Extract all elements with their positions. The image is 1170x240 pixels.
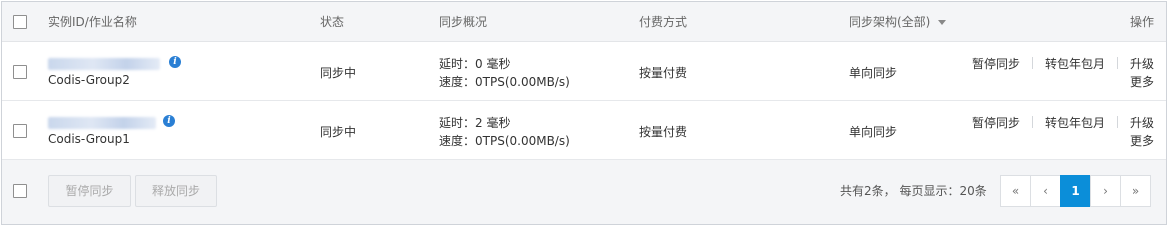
next-page-button[interactable]: › [1090,175,1121,207]
column-header-status: 状态 [320,15,345,29]
arch-filter-dropdown[interactable]: 同步架构(全部) [849,2,947,42]
batch-pause-button[interactable]: 暂停同步 [48,175,131,207]
batch-release-button[interactable]: 释放同步 [135,175,217,207]
table-header: 实例ID/作业名称 状态 同步概况 付费方式 同步架构(全部) 操作 [2,2,1166,42]
billing-type: 按量付费 [639,125,688,139]
billing-type: 按量付费 [639,66,688,80]
column-header-arch: 同步架构(全部) [849,15,931,29]
divider [1032,116,1033,128]
table-row: i Codis-Group2 同步中 延时：0 毫秒 速度：0TPS(0.00M… [2,42,1166,101]
divider [1117,116,1118,128]
job-name: Codis-Group1 [48,132,130,146]
first-page-button[interactable]: « [1000,175,1031,207]
pagination: « ‹ 1 › » [1000,175,1151,207]
upgrade-link[interactable]: 升级 [1130,114,1154,131]
select-all-checkbox[interactable] [13,15,27,29]
page-1-button[interactable]: 1 [1060,175,1091,207]
row-checkbox[interactable] [13,65,27,79]
footer-select-all-checkbox[interactable] [13,184,27,198]
sync-speed: 速度：0TPS(0.00MB/s) [439,134,570,148]
column-header-billing: 付费方式 [639,15,688,29]
divider [1117,57,1118,69]
redacted-instance-id [48,117,156,129]
pause-sync-link[interactable]: 暂停同步 [972,55,1020,72]
info-icon[interactable]: i [163,115,175,127]
job-name: Codis-Group2 [48,73,130,87]
column-header-ops: 操作 [1130,15,1155,29]
last-page-button[interactable]: » [1120,175,1151,207]
column-header-id: 实例ID/作业名称 [48,15,137,29]
sync-speed: 速度：0TPS(0.00MB/s) [439,75,570,89]
row-checkbox[interactable] [13,124,27,138]
upgrade-link[interactable]: 升级 [1130,55,1154,72]
sync-architecture: 单向同步 [849,125,898,139]
prev-page-button[interactable]: ‹ [1030,175,1061,207]
caret-down-icon [938,20,947,25]
more-link[interactable]: 更多 [1130,132,1154,149]
more-link[interactable]: 更多 [1130,73,1154,90]
status-text: 同步中 [320,125,357,139]
sync-delay: 延时：2 毫秒 [439,116,511,130]
sync-delay: 延时：0 毫秒 [439,57,511,71]
pagination-summary: 共有2条， 每页显示：20条 [840,184,987,198]
table-row: i Codis-Group1 同步中 延时：2 毫秒 速度：0TPS(0.00M… [2,101,1166,160]
info-icon[interactable]: i [169,56,181,68]
column-header-sync: 同步概况 [439,15,488,29]
pause-sync-link[interactable]: 暂停同步 [972,114,1020,131]
sync-job-table: 实例ID/作业名称 状态 同步概况 付费方式 同步架构(全部) 操作 i Cod… [1,1,1167,225]
status-text: 同步中 [320,66,357,80]
sync-architecture: 单向同步 [849,66,898,80]
convert-subscription-link[interactable]: 转包年包月 [1045,114,1105,131]
divider [1032,57,1033,69]
redacted-instance-id [48,58,160,70]
table-footer: 暂停同步 释放同步 共有2条， 每页显示：20条 « ‹ 1 › » [2,160,1166,224]
convert-subscription-link[interactable]: 转包年包月 [1045,55,1105,72]
